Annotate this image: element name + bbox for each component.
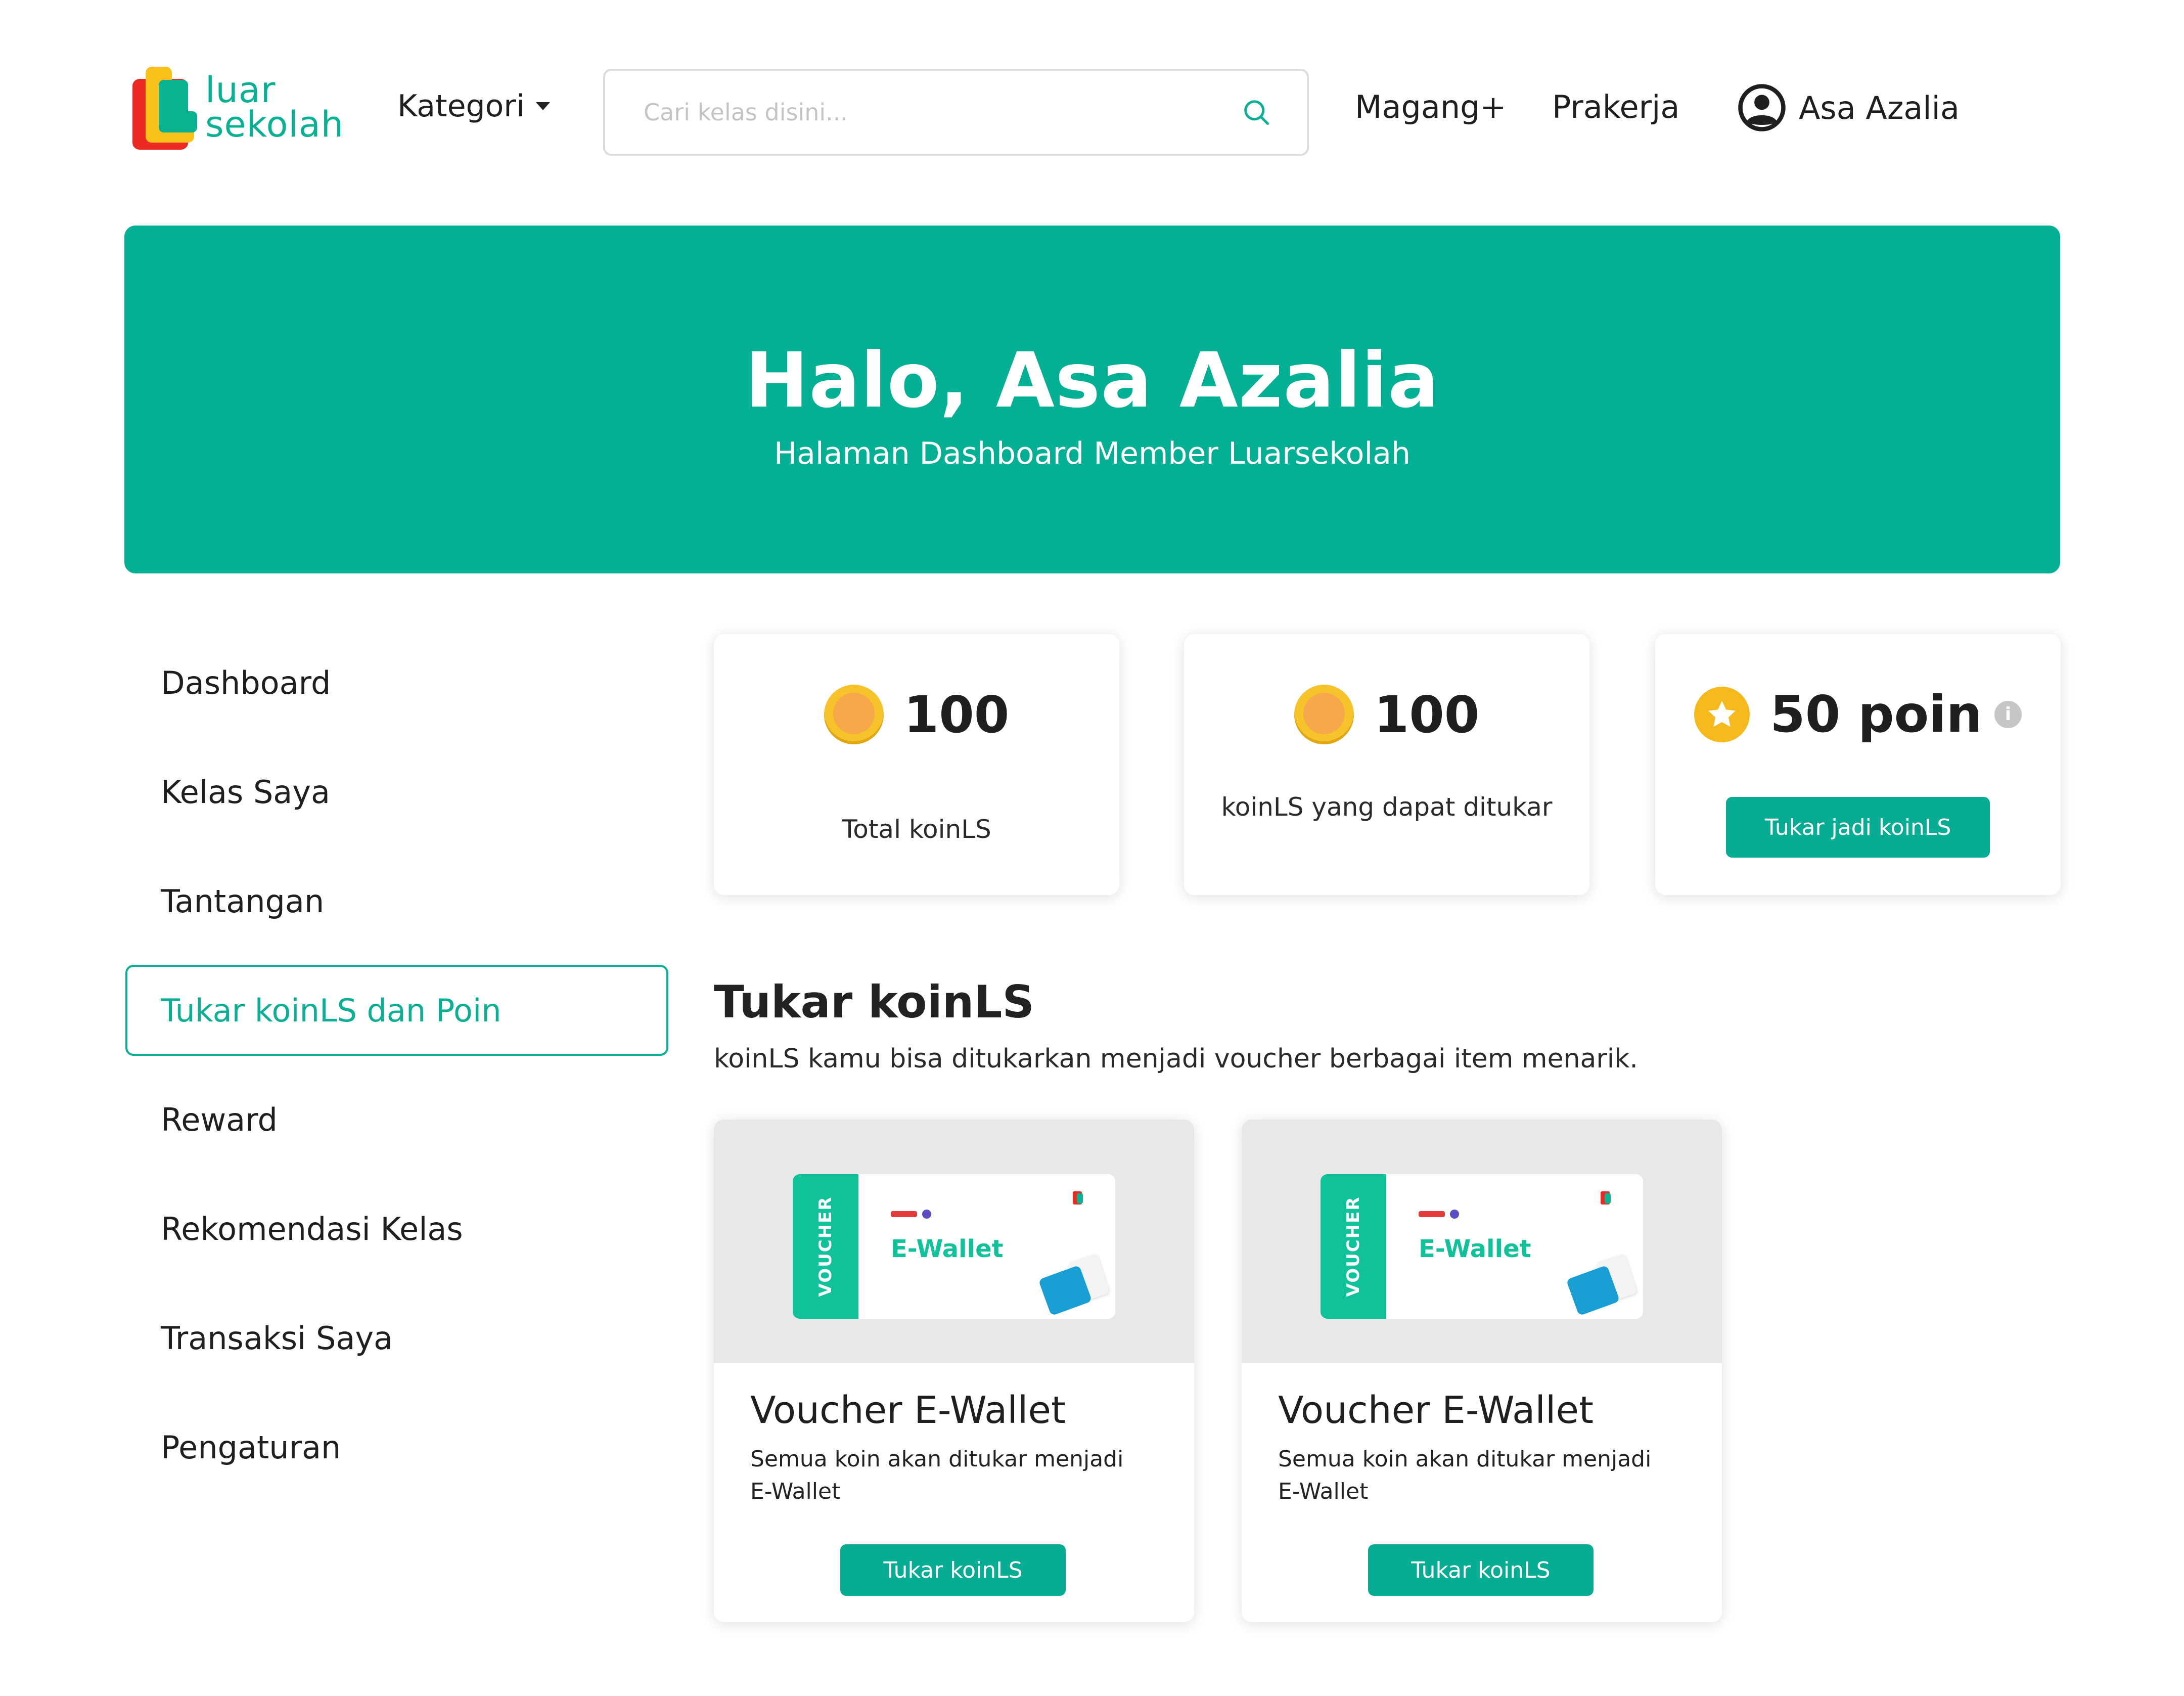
ewallet-brands-icon: [891, 1210, 931, 1219]
sidebar-item-pengaturan[interactable]: Pengaturan: [125, 1402, 668, 1493]
redeemable-koinls-value: 100: [1374, 685, 1480, 744]
coin-icon: [824, 685, 884, 744]
user-avatar-icon: [1738, 84, 1786, 131]
total-koinls-label: Total koinLS: [842, 815, 991, 844]
ticket-text: E-Wallet: [1419, 1235, 1531, 1263]
ticket-stub: VOUCHER: [1321, 1174, 1386, 1319]
total-koinls-card: 100 Total koinLS: [714, 634, 1119, 895]
nav-prakerja-link[interactable]: Prakerja: [1552, 88, 1679, 125]
sidebar-item-reward[interactable]: Reward: [125, 1074, 668, 1165]
tukar-koinls-button[interactable]: Tukar koinLS: [840, 1544, 1066, 1596]
poin-value: 50 poin: [1770, 685, 1982, 744]
ticket-body: E-Wallet: [1386, 1174, 1643, 1319]
section-title: Tukar koinLS: [714, 976, 1034, 1028]
voucher-card: VOUCHER E-Wallet Voucher E-Wallet Semua …: [714, 1120, 1194, 1622]
voucher-description: Semua koin akan ditukar menjadi E-Wallet: [750, 1446, 1124, 1504]
ticket-tag: VOUCHER: [815, 1196, 836, 1297]
user-menu[interactable]: Asa Azalia: [1736, 82, 1960, 133]
kategori-dropdown[interactable]: Kategori: [397, 88, 550, 124]
luarsekolah-logo[interactable]: luar sekolah: [130, 63, 353, 152]
sidebar-item-tantangan[interactable]: Tantangan: [125, 856, 668, 947]
hero-subtitle: Halaman Dashboard Member Luarsekolah: [774, 436, 1410, 471]
search-input[interactable]: [644, 99, 1241, 126]
voucher-image: VOUCHER E-Wallet: [1242, 1120, 1722, 1363]
logo-wordmark: luar sekolah: [205, 69, 344, 145]
ticket-tag: VOUCHER: [1343, 1196, 1363, 1297]
tukar-jadi-koinls-button[interactable]: Tukar jadi koinLS: [1726, 797, 1990, 858]
kategori-label: Kategori: [397, 88, 525, 124]
redeemable-koinls-label: koinLS yang dapat ditukar: [1221, 792, 1553, 822]
voucher-title: Voucher E-Wallet: [1278, 1389, 1594, 1432]
search-bar[interactable]: [603, 69, 1309, 156]
ticket-stub: VOUCHER: [793, 1174, 858, 1319]
sidebar-item-dashboard[interactable]: Dashboard: [125, 637, 668, 728]
ticket-text: E-Wallet: [891, 1235, 1004, 1263]
voucher-title: Voucher E-Wallet: [750, 1389, 1066, 1432]
mini-logo-icon: [1073, 1191, 1098, 1204]
coin-icon: [1294, 685, 1354, 744]
chevron-down-icon: [535, 102, 550, 110]
voucher-description: Semua koin akan ditukar menjadi E-Wallet: [1278, 1446, 1652, 1504]
search-icon[interactable]: [1241, 97, 1271, 127]
user-name: Asa Azalia: [1799, 89, 1960, 126]
poin-card: 50 poin i Tukar jadi koinLS: [1655, 634, 2061, 895]
mini-logo-icon: [1601, 1191, 1626, 1204]
sidebar-item-transaksi-saya[interactable]: Transaksi Saya: [125, 1292, 668, 1383]
total-koinls-value: 100: [903, 685, 1010, 744]
sidebar-item-tukar-koinls-dan-poin[interactable]: Tukar koinLS dan Poin: [125, 965, 668, 1056]
hero-title: Halo, Asa Azalia: [745, 337, 1440, 425]
sidebar-item-rekomendasi-kelas[interactable]: Rekomendasi Kelas: [125, 1183, 668, 1274]
nav-magang-link[interactable]: Magang+: [1355, 88, 1506, 125]
voucher-card: VOUCHER E-Wallet Voucher E-Wallet Semua …: [1242, 1120, 1722, 1622]
logo-line-1: luar: [205, 69, 276, 111]
section-description: koinLS kamu bisa ditukarkan menjadi vouc…: [714, 1044, 1638, 1074]
sidebar-item-kelas-saya[interactable]: Kelas Saya: [125, 746, 668, 837]
ewallet-brands-icon: [1419, 1210, 1459, 1219]
hero-banner: Halo, Asa Azalia Halaman Dashboard Membe…: [124, 226, 2060, 573]
star-icon: [1694, 686, 1750, 742]
info-icon[interactable]: i: [1994, 700, 2022, 728]
redeemable-koinls-card: 100 koinLS yang dapat ditukar: [1184, 634, 1589, 895]
logo-mark-icon: [130, 65, 197, 150]
voucher-image: VOUCHER E-Wallet: [714, 1120, 1194, 1363]
logo-line-2: sekolah: [205, 104, 344, 145]
sidebar-nav: Dashboard Kelas Saya Tantangan Tukar koi…: [125, 637, 668, 1511]
tukar-koinls-button[interactable]: Tukar koinLS: [1368, 1544, 1594, 1596]
ticket-body: E-Wallet: [858, 1174, 1115, 1319]
